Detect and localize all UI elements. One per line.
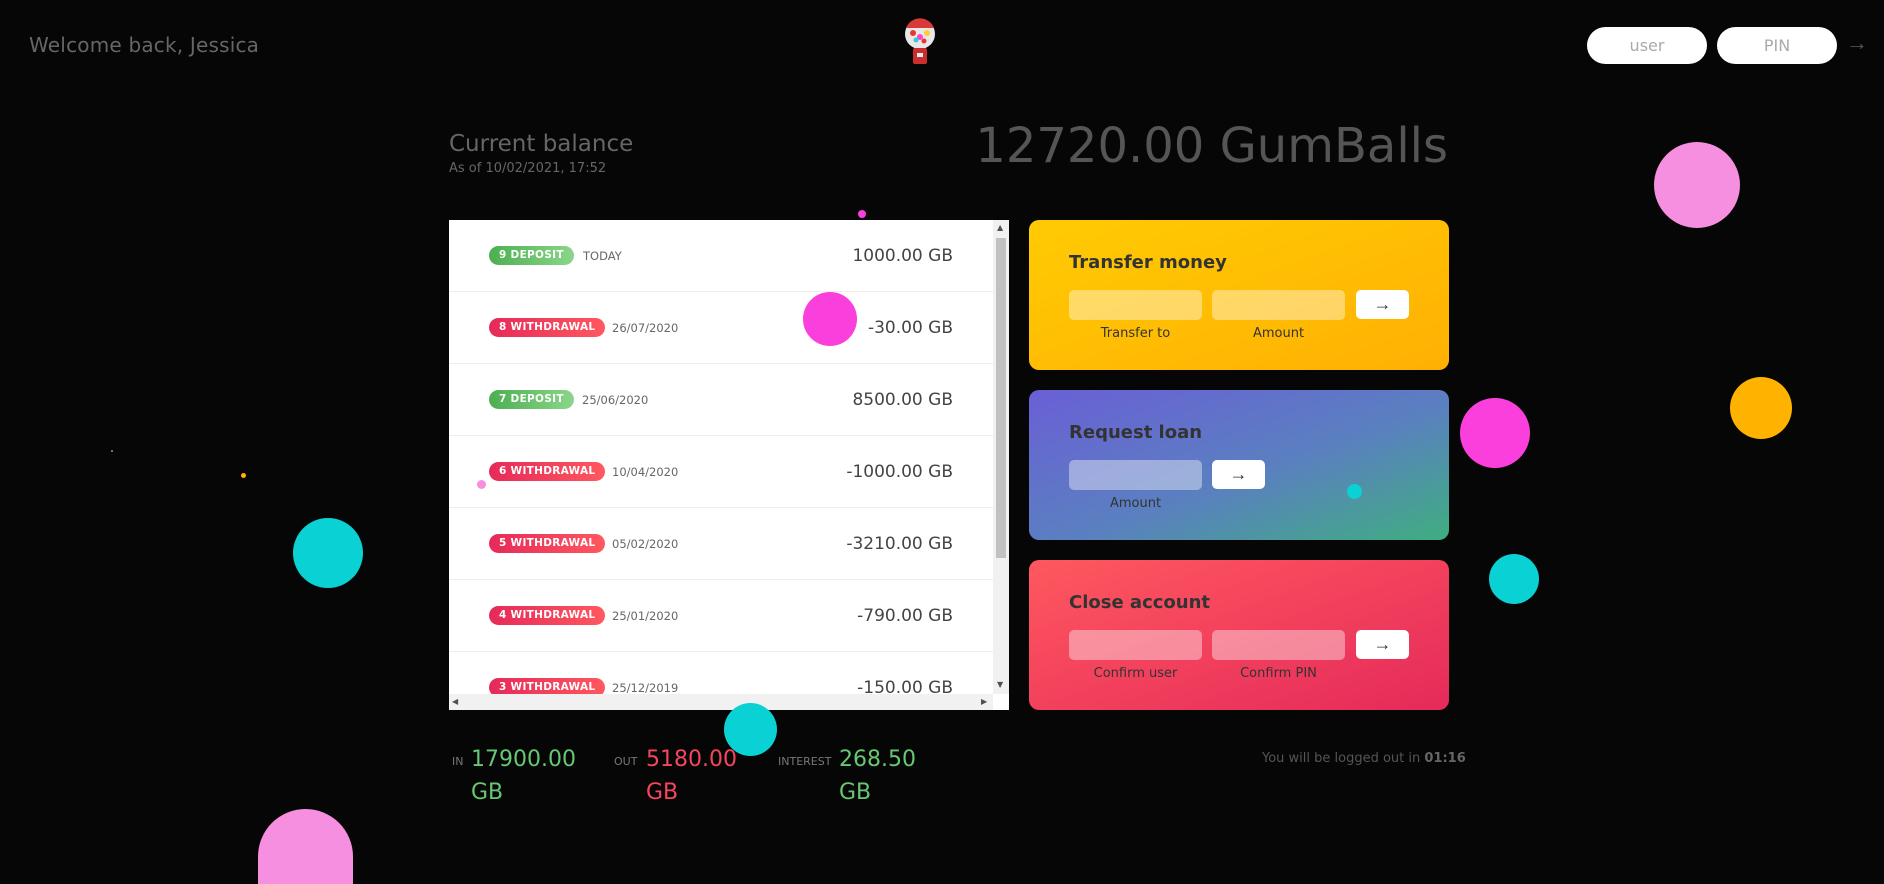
movement-date: 05/02/2020	[612, 536, 679, 551]
summary-interest-label: INTEREST	[778, 755, 832, 768]
close-pin-input[interactable]	[1212, 630, 1345, 660]
transfer-submit-button[interactable]: →	[1356, 290, 1409, 319]
close-user-input[interactable]	[1069, 630, 1202, 660]
close-user-label: Confirm user	[1093, 666, 1178, 681]
loan-title: Request loan	[1069, 422, 1203, 443]
close-account-card: Close account → Confirm user Confirm PIN	[1029, 560, 1449, 710]
transfer-to-input[interactable]	[1069, 290, 1202, 320]
movement-row: 9 DEPOSIT TODAY 1000.00 GB	[449, 220, 993, 292]
scroll-down-arrow-icon[interactable]: ▼	[997, 680, 1003, 689]
request-loan-card: Request loan → Amount	[1029, 390, 1449, 540]
balance-value: 12720.00 GumBalls	[975, 118, 1448, 174]
movement-row: 8 WITHDRAWAL 26/07/2020 -30.00 GB	[449, 292, 993, 364]
logout-timer-time: 01:16	[1424, 751, 1466, 766]
transfer-title: Transfer money	[1069, 252, 1227, 273]
movement-row: 7 DEPOSIT 25/06/2020 8500.00 GB	[449, 364, 993, 436]
login-user-input[interactable]	[1587, 27, 1707, 64]
decorative-bubble	[258, 809, 353, 884]
decorative-bubble	[1347, 484, 1362, 499]
decorative-bubble	[1730, 377, 1792, 439]
transfer-amount-label: Amount	[1252, 326, 1305, 341]
decorative-bubble	[1654, 142, 1740, 228]
movement-row: 5 WITHDRAWAL 05/02/2020 -3210.00 GB	[449, 508, 993, 580]
movement-value: -3210.00 GB	[846, 533, 953, 554]
summary-out-value: 5180.00 GB	[646, 747, 737, 805]
summary-in-value: 17900.00 GB	[471, 747, 576, 805]
movements-list[interactable]: 9 DEPOSIT TODAY 1000.00 GB 8 WITHDRAWAL …	[449, 220, 1009, 710]
summary-interest-value: 268.50 GB	[839, 747, 916, 805]
decorative-bubble	[477, 480, 486, 489]
movement-value: 8500.00 GB	[852, 389, 953, 410]
movement-date: 26/07/2020	[612, 320, 679, 335]
vertical-scrollbar[interactable]: ▲ ▼	[993, 220, 1009, 694]
decorative-bubble	[241, 473, 246, 478]
decorative-bubble	[111, 450, 113, 452]
movement-date: 25/06/2020	[582, 392, 649, 407]
decorative-bubble	[858, 210, 866, 218]
decorative-bubble	[1460, 398, 1530, 468]
horizontal-scrollbar[interactable]: ◀ ▶	[449, 694, 993, 710]
loan-submit-button[interactable]: →	[1212, 460, 1265, 489]
welcome-message: Welcome back, Jessica	[29, 33, 260, 57]
movement-date: 25/12/2019	[612, 680, 679, 695]
scroll-left-arrow-icon[interactable]: ◀	[452, 697, 458, 706]
balance-date: As of 10/02/2021, 17:52	[449, 161, 607, 176]
movement-date: TODAY	[583, 248, 622, 263]
logout-timer: You will be logged out in 01:16	[1262, 751, 1466, 766]
movement-value: -1000.00 GB	[846, 461, 953, 482]
decorative-bubble	[803, 292, 857, 346]
transfer-money-card: Transfer money → Transfer to Amount	[1029, 220, 1449, 370]
movement-row: 6 WITHDRAWAL 10/04/2020 -1000.00 GB	[449, 436, 993, 508]
balance-label: Current balance	[449, 131, 634, 157]
movement-type-badge: 5 WITHDRAWAL	[489, 534, 606, 553]
summary-in-label: IN	[452, 755, 464, 768]
login-button[interactable]: →	[1846, 30, 1868, 56]
decorative-bubble	[1489, 554, 1539, 604]
movement-type-badge: 9 DEPOSIT	[489, 246, 574, 265]
movement-value: 1000.00 GB	[852, 245, 953, 266]
close-title: Close account	[1069, 592, 1211, 613]
movement-value: -30.00 GB	[867, 317, 953, 338]
transfer-to-label: Transfer to	[1100, 326, 1171, 341]
scroll-right-arrow-icon[interactable]: ▶	[981, 697, 987, 706]
logout-timer-text: You will be logged out in	[1262, 751, 1425, 766]
loan-amount-input[interactable]	[1069, 460, 1202, 490]
summary-out-label: OUT	[614, 755, 638, 768]
movement-date: 10/04/2020	[612, 464, 679, 479]
movement-type-badge: 4 WITHDRAWAL	[489, 606, 606, 625]
transfer-amount-input[interactable]	[1212, 290, 1345, 320]
loan-amount-label: Amount	[1109, 496, 1162, 511]
scrollbar-thumb[interactable]	[996, 238, 1006, 558]
movement-type-badge: 7 DEPOSIT	[489, 390, 574, 409]
scroll-up-arrow-icon[interactable]: ▲	[997, 223, 1003, 232]
movement-type-badge: 8 WITHDRAWAL	[489, 318, 606, 337]
movement-date: 25/01/2020	[612, 608, 679, 623]
decorative-bubble	[724, 703, 777, 756]
login-pin-input[interactable]	[1717, 27, 1837, 64]
movement-value: -790.00 GB	[857, 605, 953, 626]
movement-row: 4 WITHDRAWAL 25/01/2020 -790.00 GB	[449, 580, 993, 652]
gumball-machine-logo	[905, 18, 935, 64]
movement-type-badge: 6 WITHDRAWAL	[489, 462, 606, 481]
close-submit-button[interactable]: →	[1356, 630, 1409, 659]
decorative-bubble	[293, 518, 363, 588]
close-pin-label: Confirm PIN	[1240, 666, 1317, 681]
